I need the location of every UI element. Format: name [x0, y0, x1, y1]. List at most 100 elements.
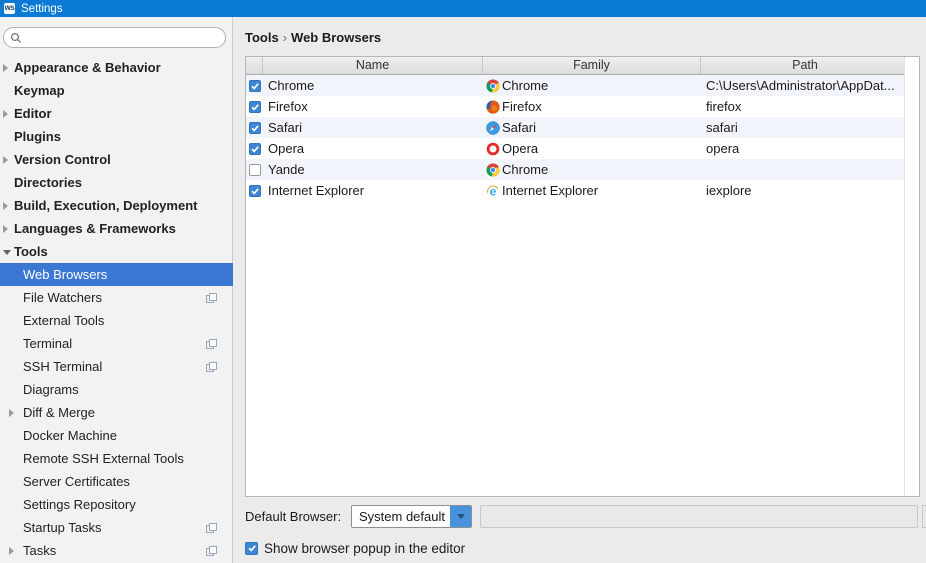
browser-row-internet-explorer[interactable]: Internet Explorer e Internet Explorer iexp…	[246, 180, 904, 201]
browser-name-cell: Chrome	[268, 78, 315, 93]
sidebar-item-tools[interactable]: Tools	[0, 240, 233, 263]
sidebar-item-label: Build, Execution, Deployment	[14, 198, 198, 213]
sidebar-item-label: Server Certificates	[23, 474, 130, 489]
browser-enabled-checkbox[interactable]	[248, 79, 261, 92]
browser-row-opera[interactable]: Opera Opera opera	[246, 138, 904, 159]
sidebar-item-label: Directories	[14, 175, 82, 190]
sidebar-item-docker-machine[interactable]: Docker Machine	[0, 424, 233, 447]
chrome-icon	[486, 78, 500, 93]
settings-content: Tools › Web Browsers Name Family Path Chro…	[234, 17, 926, 563]
column-header-path[interactable]: Path	[701, 57, 904, 74]
show-popup-checkbox[interactable]	[245, 541, 258, 555]
search-icon	[10, 32, 22, 43]
search-input[interactable]	[22, 29, 225, 46]
sidebar-item-plugins[interactable]: Plugins	[0, 125, 233, 148]
browser-path-field	[480, 505, 918, 528]
chevron-down-icon	[456, 514, 465, 519]
opera-icon	[486, 142, 500, 155]
sidebar-item-label: Terminal	[23, 336, 73, 351]
sidebar-item-web-browsers[interactable]: Web Browsers	[0, 263, 233, 286]
dropdown-button[interactable]	[450, 506, 471, 527]
sidebar-item-label: Diff & Merge	[23, 405, 96, 420]
table-header-row: Name Family Path	[246, 57, 904, 75]
browser-name-cell: Safari	[268, 120, 302, 135]
sidebar-item-label: Remote SSH External Tools	[23, 451, 184, 466]
sidebar-item-label: Languages & Frameworks	[14, 221, 176, 236]
firefox-icon	[486, 99, 500, 114]
sidebar-item-file-watchers[interactable]: File Watchers	[0, 286, 233, 309]
breadcrumb: Tools › Web Browsers	[245, 30, 381, 45]
browser-family-cell: Chrome	[483, 162, 701, 177]
vertical-scrollbar[interactable]	[904, 57, 919, 496]
chrome-icon	[486, 162, 500, 177]
chevron-right-icon[interactable]	[9, 409, 14, 417]
svg-text:e: e	[490, 184, 497, 198]
sidebar-item-label: SSH Terminal	[23, 359, 103, 374]
safari-icon	[486, 120, 500, 135]
default-browser-label: Default Browser:	[245, 509, 342, 524]
window-title: Settings	[21, 2, 63, 15]
browser-enabled-checkbox[interactable]	[248, 142, 261, 155]
check-icon	[250, 124, 259, 132]
sidebar-item-label: Startup Tasks	[23, 520, 102, 535]
settings-tree: Appearance & Behavior Keymap Editor Plugins…	[0, 56, 233, 562]
settings-search-box[interactable]	[3, 27, 226, 48]
sidebar-item-settings-repository[interactable]: Settings Repository	[0, 493, 233, 516]
sidebar-item-diagrams[interactable]: Diagrams	[0, 378, 233, 401]
column-header-family[interactable]: Family	[483, 57, 701, 74]
browser-row-firefox[interactable]: Firefox Firefox firefox	[246, 96, 904, 117]
sidebar-item-external-tools[interactable]: External Tools	[0, 309, 233, 332]
sidebar-item-diff-merge[interactable]: Diff & Merge	[0, 401, 233, 424]
column-header-checkbox[interactable]	[246, 57, 263, 74]
sidebar-item-tasks[interactable]: Tasks	[0, 539, 233, 562]
sidebar-item-startup-tasks[interactable]: Startup Tasks	[0, 516, 233, 539]
chevron-right-icon[interactable]	[9, 547, 14, 555]
sidebar-item-label: Docker Machine	[23, 428, 117, 443]
chevron-right-icon[interactable]	[3, 64, 8, 72]
sidebar-item-terminal[interactable]: Terminal	[0, 332, 233, 355]
shared-settings-icon	[206, 523, 217, 533]
browser-row-safari[interactable]: Safari Safari safari	[246, 117, 904, 138]
table-body: Chrome Chrome C:\Users\Administrator\AppD…	[246, 75, 919, 201]
webstorm-app-icon: WS	[4, 3, 15, 14]
sidebar-item-server-certificates[interactable]: Server Certificates	[0, 470, 233, 493]
sidebar-item-version-control[interactable]: Version Control	[0, 148, 233, 171]
browser-family-label: Safari	[502, 120, 536, 135]
browser-enabled-checkbox[interactable]	[248, 121, 261, 134]
sidebar-item-appearance-behavior[interactable]: Appearance & Behavior	[0, 56, 233, 79]
sidebar-item-remote-ssh-external-tools[interactable]: Remote SSH External Tools	[0, 447, 233, 470]
default-browser-select[interactable]: System default	[351, 505, 472, 528]
browser-enabled-checkbox[interactable]	[248, 100, 261, 113]
show-popup-label: Show browser popup in the editor	[264, 540, 466, 556]
browser-enabled-checkbox[interactable]	[248, 163, 261, 176]
sidebar-item-build-execution-deployment[interactable]: Build, Execution, Deployment	[0, 194, 233, 217]
browsers-table: Name Family Path Chrome Chrome C:\Users\A…	[245, 56, 920, 497]
sidebar-item-label: Settings Repository	[23, 497, 136, 512]
sidebar-item-directories[interactable]: Directories	[0, 171, 233, 194]
browser-path-cell: iexplore	[706, 183, 752, 198]
chevron-right-icon[interactable]	[3, 156, 8, 164]
browser-row-yande[interactable]: Yande Chrome	[246, 159, 904, 180]
browser-path-cell: firefox	[706, 99, 742, 114]
browser-row-chrome[interactable]: Chrome Chrome C:\Users\Administrator\AppD…	[246, 75, 904, 96]
default-browser-row: Default Browser: System default	[234, 504, 926, 529]
browse-button[interactable]	[922, 505, 926, 528]
sidebar-item-languages-frameworks[interactable]: Languages & Frameworks	[0, 217, 233, 240]
column-header-name[interactable]: Name	[263, 57, 483, 74]
browser-enabled-checkbox[interactable]	[248, 184, 261, 197]
browser-path-cell: opera	[706, 141, 740, 156]
sidebar-item-editor[interactable]: Editor	[0, 102, 233, 125]
shared-settings-icon	[206, 339, 217, 349]
chevron-down-icon[interactable]	[3, 250, 11, 255]
browser-family-label: Chrome	[502, 78, 549, 93]
internet-explorer-icon: e	[486, 184, 499, 198]
sidebar-item-label: File Watchers	[23, 290, 102, 305]
browser-family-label: Firefox	[502, 99, 542, 114]
sidebar-item-keymap[interactable]: Keymap	[0, 79, 233, 102]
chevron-right-icon[interactable]	[3, 110, 8, 118]
chevron-right-icon[interactable]	[3, 225, 8, 233]
sidebar-item-ssh-terminal[interactable]: SSH Terminal	[0, 355, 233, 378]
browser-family-cell: Firefox	[483, 99, 701, 114]
browser-name-cell: Yande	[268, 162, 305, 177]
chevron-right-icon[interactable]	[3, 202, 8, 210]
